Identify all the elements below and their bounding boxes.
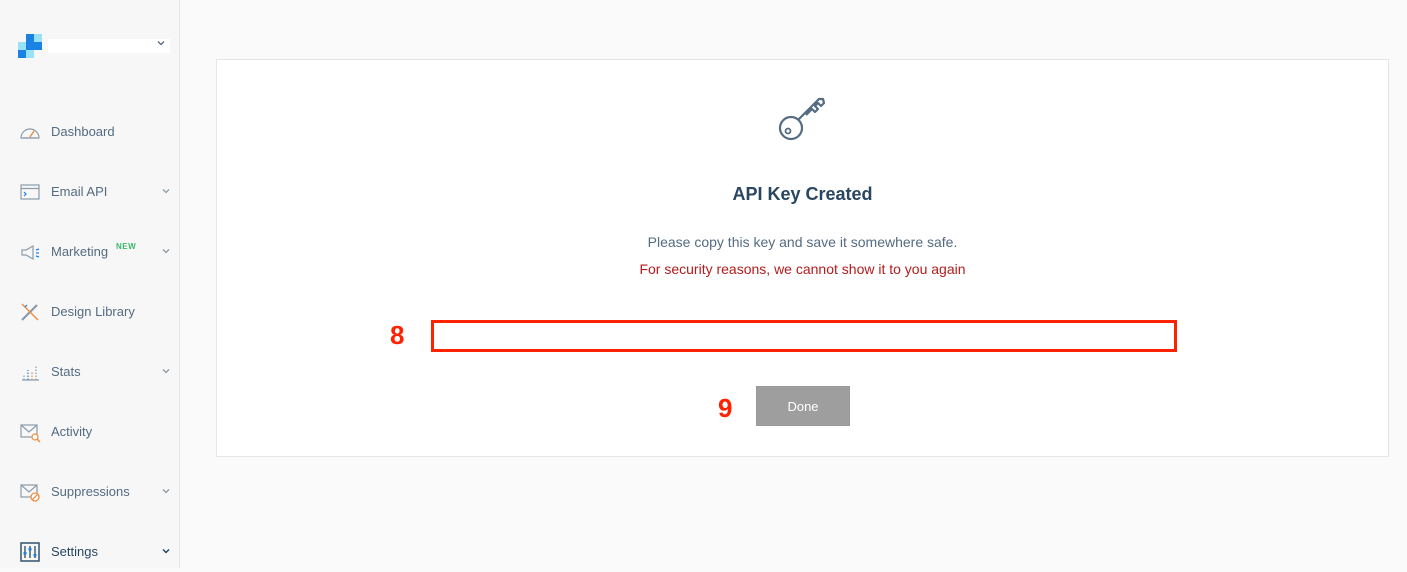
sidebar-item-label: Email API [51, 184, 108, 199]
key-icon [778, 97, 826, 141]
chevron-down-icon [162, 548, 170, 554]
sidebar-item-label: Design Library [51, 304, 135, 319]
new-badge: NEW [116, 242, 137, 251]
account-switcher[interactable] [18, 34, 178, 58]
chevron-down-icon [162, 489, 170, 494]
sidebar-item-design-library[interactable]: Design Library [0, 292, 179, 332]
mail-block-icon [20, 484, 40, 502]
sidebar-item-suppressions[interactable]: Suppressions [0, 472, 179, 512]
api-key-field[interactable] [431, 320, 1177, 352]
chevron-down-icon [162, 189, 170, 194]
done-button[interactable]: Done [756, 386, 850, 426]
dialog-message: Please copy this key and save it somewhe… [647, 234, 958, 250]
sidebar-item-activity[interactable]: Activity [0, 412, 179, 452]
mail-search-icon [20, 424, 41, 443]
megaphone-icon [21, 244, 40, 261]
sidebar: Dashboard Email API Marketing NEW Design… [0, 0, 180, 568]
annotation-marker-8: 8 [390, 320, 405, 350]
sidebar-item-label: Stats [51, 364, 81, 379]
design-tools-icon [21, 303, 39, 321]
chevron-down-icon [162, 369, 170, 374]
bar-chart-icon [22, 365, 39, 381]
dialog-title: API Key Created [732, 184, 873, 204]
gauge-icon [20, 128, 40, 139]
sidebar-item-dashboard[interactable]: Dashboard [0, 112, 179, 152]
api-key-created-card: API Key Created Please copy this key and… [216, 59, 1389, 457]
sidebar-item-stats[interactable]: Stats [0, 352, 179, 392]
terminal-icon [20, 184, 40, 200]
security-warning: For security reasons, we cannot show it … [639, 261, 966, 277]
sidebar-item-label: Settings [51, 544, 98, 559]
sidebar-item-marketing[interactable]: Marketing NEW [0, 232, 179, 272]
account-name [48, 39, 170, 53]
sidebar-item-label: Activity [51, 424, 93, 439]
sidebar-item-email-api[interactable]: Email API [0, 172, 179, 212]
sendgrid-logo-icon [18, 34, 42, 58]
annotation-marker-9: 9 [718, 393, 733, 423]
sidebar-item-settings[interactable]: Settings [0, 532, 179, 572]
sidebar-item-label: Dashboard [51, 124, 115, 139]
sidebar-item-label: Marketing [51, 244, 109, 259]
chevron-down-icon [162, 249, 170, 254]
sidebar-item-label: Suppressions [51, 484, 130, 499]
chevron-down-icon [157, 41, 165, 46]
sliders-icon [20, 542, 40, 562]
